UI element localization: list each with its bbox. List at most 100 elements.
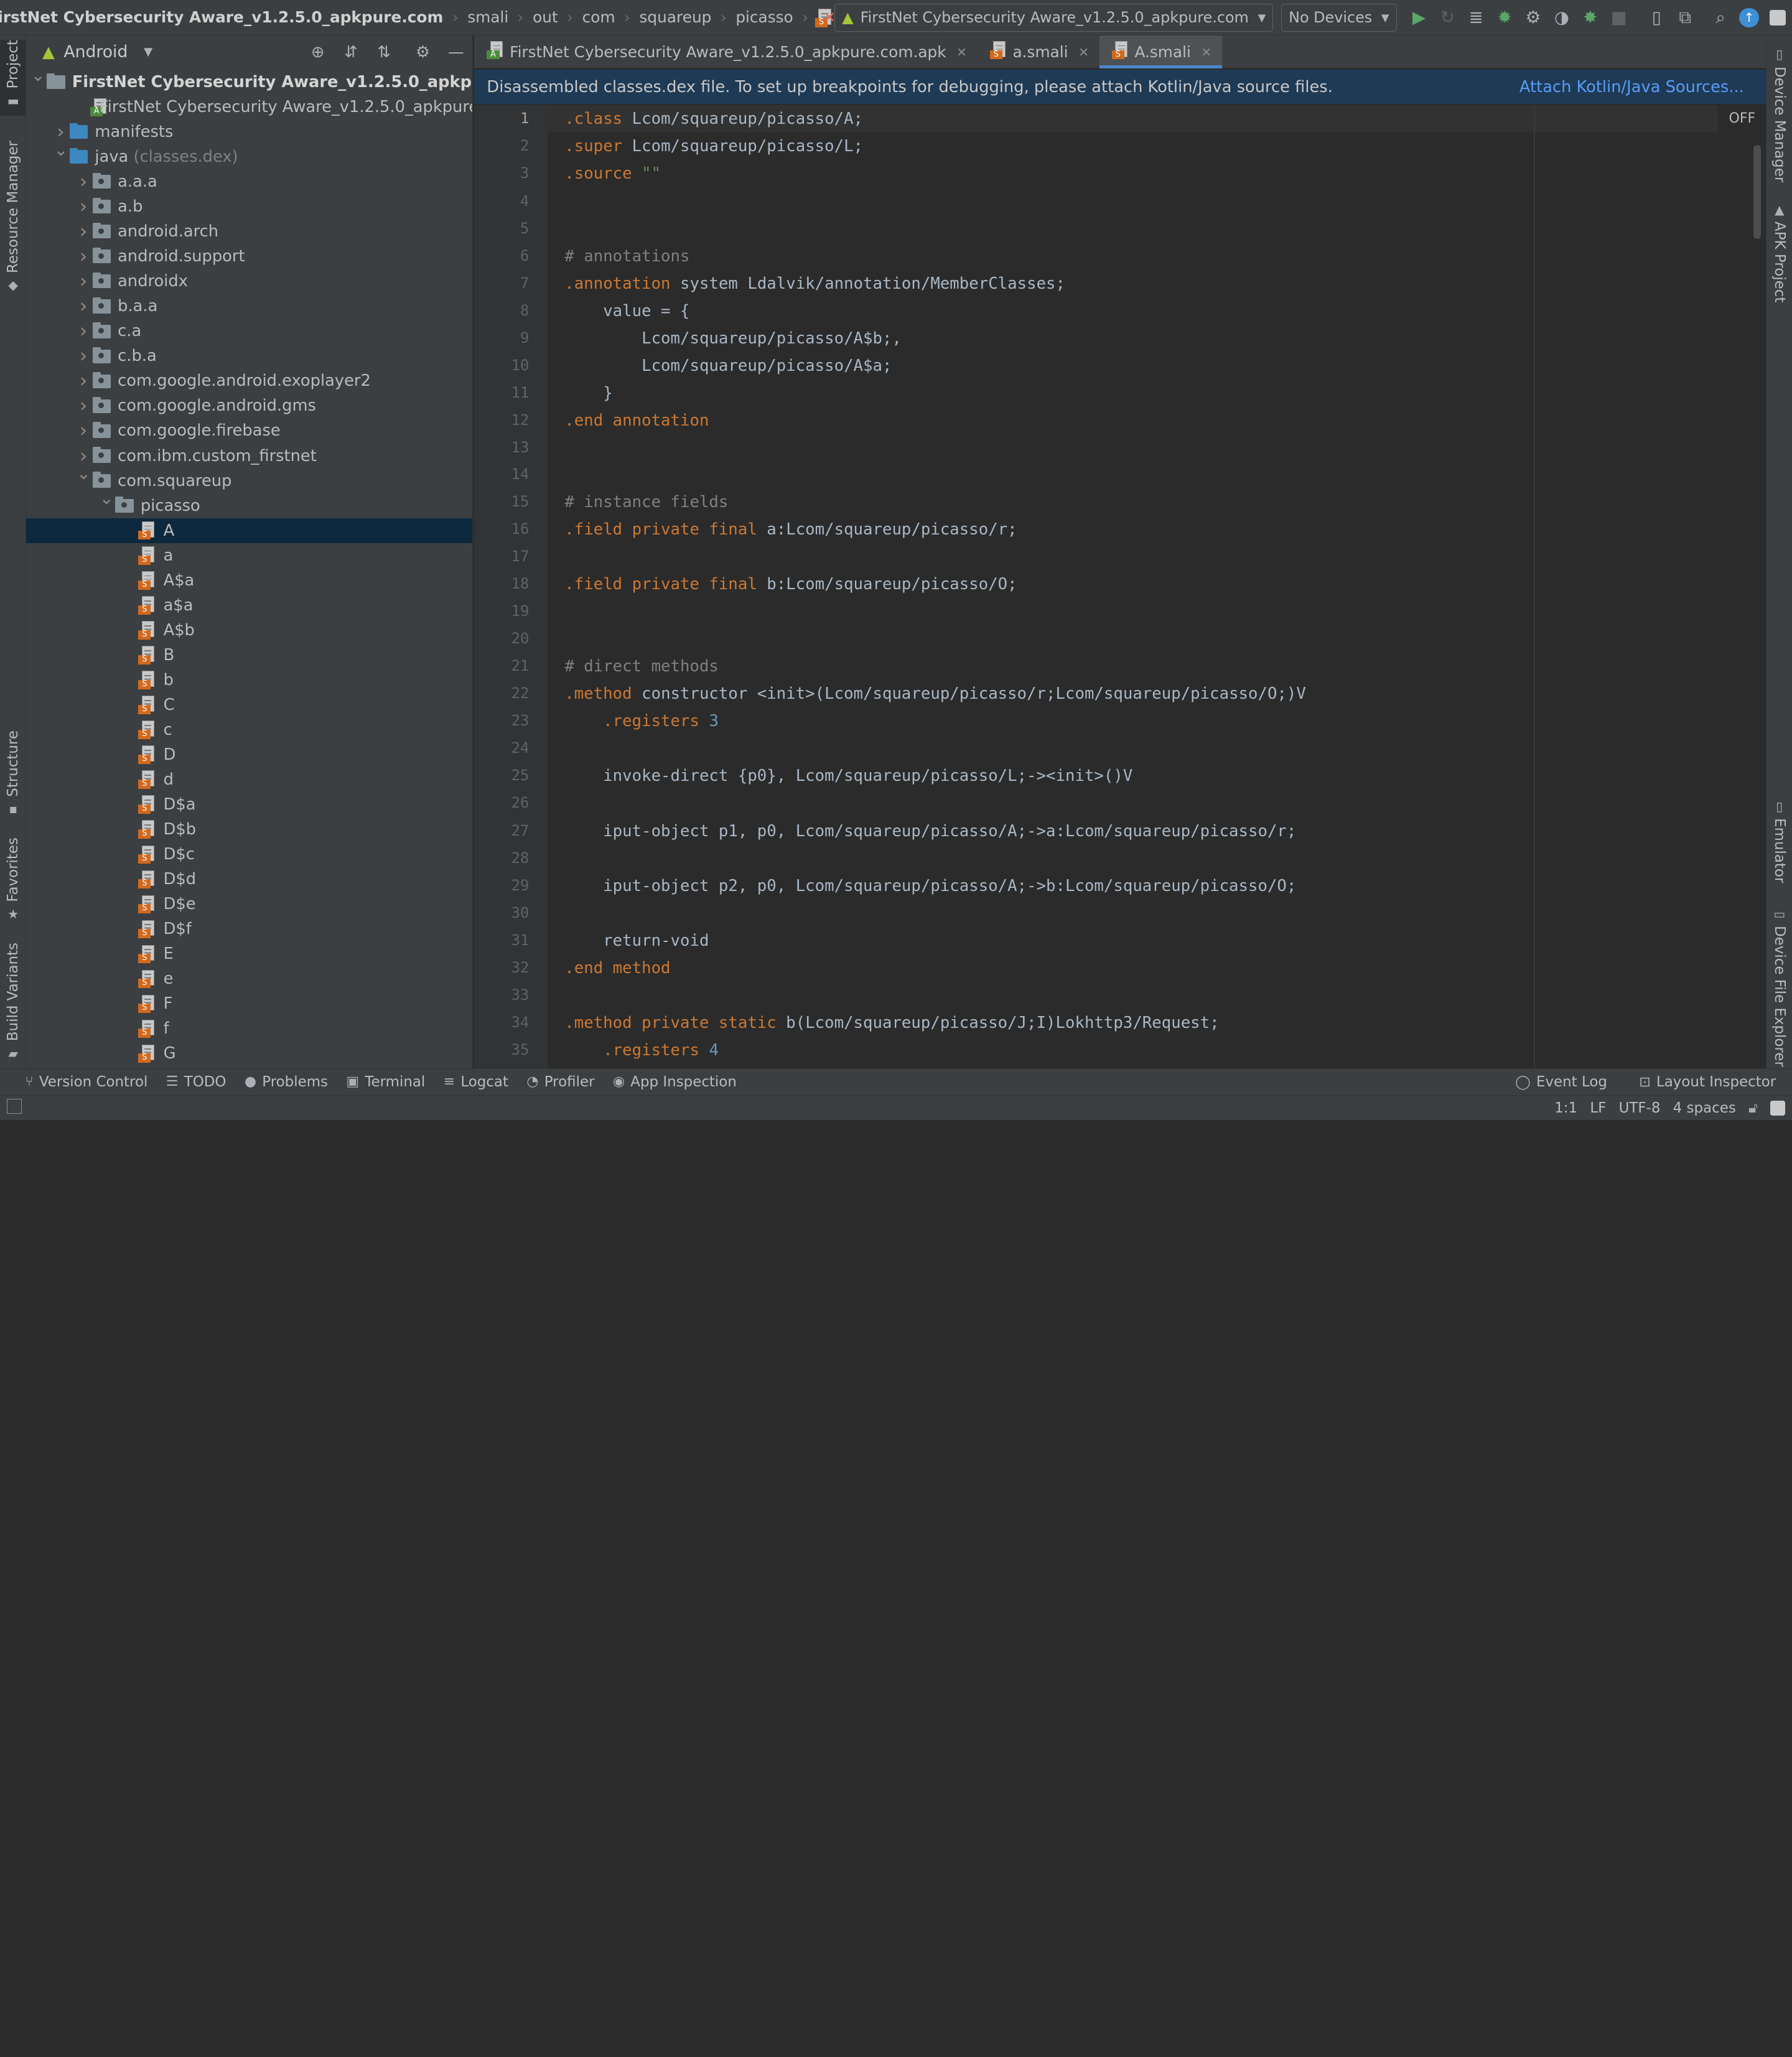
tree-node[interactable]: › com.google.firebase xyxy=(26,418,472,443)
tree-node[interactable]: › c.b.a xyxy=(26,343,472,368)
debug-icon[interactable]: ✹ xyxy=(1490,0,1519,35)
project-tool-tab[interactable]: Project ▬ xyxy=(0,40,27,116)
chevron-right-icon[interactable]: › xyxy=(77,195,90,218)
caret-position[interactable]: 1:1 xyxy=(1554,1100,1577,1116)
tree-node[interactable]: › android.arch xyxy=(26,219,472,244)
expand-all-icon[interactable]: ⇵ xyxy=(340,42,361,63)
chevron-right-icon[interactable]: › xyxy=(77,394,90,417)
tree-file-item[interactable]: S D$c xyxy=(26,842,472,867)
tree-node[interactable]: ⌄ picasso xyxy=(26,488,472,518)
chevron-down-icon[interactable]: ⌄ xyxy=(31,65,45,85)
toggle-tool-windows-icon[interactable] xyxy=(7,1099,22,1114)
tree-node[interactable]: › a.b xyxy=(26,194,472,219)
tool-window-version-control[interactable]: ⑂ Version Control xyxy=(25,1074,147,1090)
tree-node[interactable]: ⌄ com.squareup xyxy=(26,464,472,493)
tree-node[interactable]: ⌄ java (classes.dex) xyxy=(26,140,472,169)
coverage-icon[interactable]: ≣ xyxy=(1462,0,1490,35)
project-view-select[interactable]: ▲ Android ▼ xyxy=(42,42,152,62)
breadcrumb-item[interactable]: picasso xyxy=(734,8,796,26)
read-only-lock-icon[interactable]: 🔓︎ xyxy=(1748,1100,1758,1116)
tree-node[interactable]: › a.a.a xyxy=(26,169,472,194)
run-config-select[interactable]: ▲ FirstNet Cybersecurity Aware_v1.2.5.0_… xyxy=(834,4,1274,32)
apk-project-tool-tab[interactable]: ▲ APK Project xyxy=(1766,202,1792,310)
run-icon[interactable]: ▶ xyxy=(1404,0,1433,35)
tree-file-item[interactable]: SE xyxy=(26,941,472,966)
breadcrumb-item[interactable]: out xyxy=(530,8,560,26)
close-icon[interactable]: ✕ xyxy=(1201,45,1211,60)
gear-icon[interactable]: ⚙ xyxy=(413,42,433,63)
tree-node[interactable]: › android.support xyxy=(26,244,472,269)
tree-node[interactable]: › com.google.android.gms xyxy=(26,393,472,418)
emulator-tool-tab[interactable]: ▯ Emulator xyxy=(1766,799,1792,884)
hide-icon[interactable]: — xyxy=(446,42,466,63)
chevron-right-icon[interactable]: › xyxy=(77,370,90,392)
chevron-right-icon[interactable]: › xyxy=(77,170,90,193)
editor-tab[interactable]: A FirstNet Cybersecurity Aware_v1.2.5.0_a… xyxy=(474,35,977,68)
breadcrumb-item[interactable]: smali xyxy=(465,8,511,26)
structure-tool-tab[interactable]: Structure ▪ xyxy=(0,730,26,816)
chevron-right-icon[interactable]: › xyxy=(77,419,90,442)
tree-file-item[interactable]: Sc xyxy=(26,717,472,742)
tree-file-item[interactable]: SF xyxy=(26,991,472,1016)
attach-debugger-icon[interactable]: ✸ xyxy=(1576,0,1605,35)
tree-node[interactable]: › androidx xyxy=(26,269,472,294)
tool-window-profiler[interactable]: ◔ Profiler xyxy=(526,1074,594,1090)
chevron-right-icon[interactable]: › xyxy=(77,220,90,243)
chevron-down-icon[interactable]: ⌄ xyxy=(100,488,114,508)
tool-window-terminal[interactable]: ▣ Terminal xyxy=(346,1074,425,1090)
build-variants-tool-tab[interactable]: Build Variants ▰ xyxy=(0,943,26,1061)
chevron-right-icon[interactable]: › xyxy=(77,270,90,292)
chevron-right-icon[interactable]: › xyxy=(77,295,90,317)
tree-file-item[interactable]: Sf xyxy=(26,1016,472,1041)
editor-tab[interactable]: Sa.smali ✕ xyxy=(978,35,1099,68)
attach-sources-link[interactable]: Attach Kotlin/Java Sources... xyxy=(1519,78,1744,96)
breadcrumb-item[interactable]: squareup xyxy=(637,8,714,26)
device-manager-tool-tab[interactable]: ▯ Device Manager xyxy=(1766,47,1792,182)
tool-window-problems[interactable]: ● Problems xyxy=(245,1074,328,1090)
device-select[interactable]: No Devices ▼ xyxy=(1281,4,1397,32)
update-icon[interactable]: ↑ xyxy=(1735,0,1763,35)
tree-file-item[interactable]: SC xyxy=(26,693,472,717)
tree-node[interactable]: › com.ibm.custom_firstnet xyxy=(26,444,472,469)
close-icon[interactable]: ✕ xyxy=(956,45,967,60)
profiler-toolbar-icon[interactable]: ◑ xyxy=(1547,0,1576,35)
tree-file-item[interactable]: Sa xyxy=(26,543,472,568)
tool-window-layout-inspector[interactable]: ⊡ Layout Inspector xyxy=(1639,1074,1776,1090)
vertical-scrollbar[interactable] xyxy=(1753,145,1762,239)
locate-icon[interactable]: ⊕ xyxy=(307,42,328,63)
chevron-right-icon[interactable]: › xyxy=(77,320,90,342)
sdk-manager-icon[interactable]: ⧉ xyxy=(1671,0,1699,35)
tool-window-todo[interactable]: ☰ TODO xyxy=(166,1074,226,1090)
sync-icon[interactable]: ▯ xyxy=(1642,0,1671,35)
chevron-right-icon[interactable]: › xyxy=(77,245,90,268)
tool-window-logcat[interactable]: ≡ Logcat xyxy=(444,1074,508,1090)
tree-node[interactable]: › manifests xyxy=(26,119,472,144)
resource-manager-tool-tab[interactable]: Resource Manager ◆ xyxy=(0,141,26,292)
editor-tab[interactable]: S A.smali ✕ xyxy=(1099,35,1223,69)
code-editor[interactable]: .class Lcom/squareup/picasso/A; .super Lc… xyxy=(547,105,1766,1068)
collapse-all-icon[interactable]: ⇅ xyxy=(374,42,394,63)
reader-mode-toggle[interactable]: OFF xyxy=(1729,111,1755,126)
tree-file-item[interactable]: S D$d xyxy=(26,867,472,892)
favorites-tool-tab[interactable]: Favorites ★ xyxy=(0,837,26,921)
apply-changes-icon[interactable]: ↻ xyxy=(1433,0,1462,35)
tree-file-item[interactable]: Sd xyxy=(26,767,472,792)
tree-file-item[interactable]: S A$a xyxy=(26,568,472,593)
tree-node[interactable]: › c.a xyxy=(26,319,472,343)
tree-file-item[interactable]: SG xyxy=(26,1041,472,1066)
tree-file-item[interactable]: SA xyxy=(26,518,473,543)
tool-window-app-inspection[interactable]: ◉ App Inspection xyxy=(613,1074,737,1090)
breadcrumb-item[interactable]: com xyxy=(580,8,617,26)
tree-file-item[interactable]: S D$a xyxy=(26,792,472,817)
profile-icon[interactable]: ⚙ xyxy=(1519,0,1547,35)
close-icon[interactable]: ✕ xyxy=(1078,45,1089,60)
tree-file-item[interactable]: S D$f xyxy=(26,917,472,941)
chevron-right-icon[interactable]: › xyxy=(77,345,90,367)
account-icon[interactable] xyxy=(1763,0,1792,35)
tree-file-item[interactable]: SB xyxy=(26,643,472,668)
account-icon[interactable] xyxy=(1770,1100,1785,1116)
search-icon[interactable]: ⌕ xyxy=(1706,0,1735,35)
tree-node[interactable]: A FirstNet Cybersecurity Aware_v1.2.5.0_a… xyxy=(26,95,472,119)
line-separator[interactable]: LF xyxy=(1590,1100,1606,1116)
tree-file-item[interactable]: S D$b xyxy=(26,817,472,842)
